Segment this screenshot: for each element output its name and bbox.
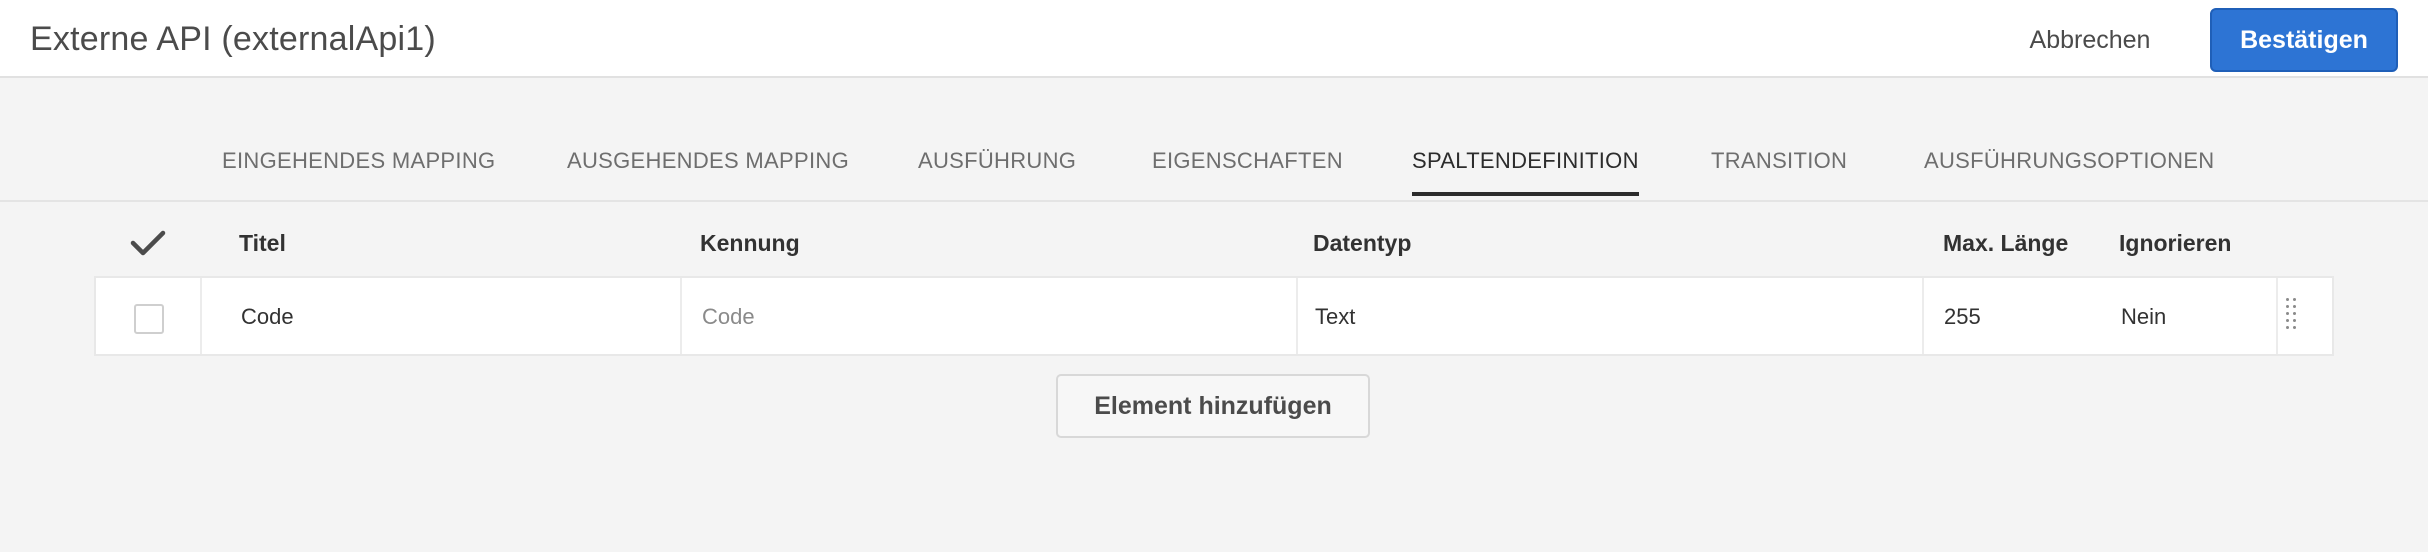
cell-ignorieren[interactable]: Nein [2121,304,2166,330]
cancel-button[interactable]: Abbrechen [2010,14,2170,66]
select-all-checkmark-icon[interactable] [130,228,166,258]
tab-ausfuehrungsoptionen[interactable]: AUSFÜHRUNGSOPTIONEN [1924,148,2215,196]
column-header-titel: Titel [239,230,286,256]
dialog-title: Externe API (externalApi1) [30,20,436,58]
confirm-button[interactable]: Bestätigen [2210,8,2398,72]
column-header-max-laenge: Max. Länge [1943,230,2069,256]
tab-spaltendefinition[interactable]: SPALTENDEFINITION [1412,148,1639,196]
column-header-kennung: Kennung [700,230,800,256]
tab-ausfuehrung[interactable]: AUSFÜHRUNG [918,148,1076,196]
tab-transition[interactable]: TRANSITION [1711,148,1847,196]
column-divider [680,278,682,354]
column-divider [200,278,202,354]
tab-eigenschaften[interactable]: EIGENSCHAFTEN [1152,148,1343,196]
row-checkbox[interactable] [134,304,164,334]
cell-kennung[interactable]: Code [702,304,755,330]
cell-titel[interactable]: Code [241,304,294,330]
add-element-button[interactable]: Element hinzufügen [1056,374,1370,438]
column-divider [1296,278,1298,354]
table-row[interactable]: Code Code Text 255 Nein [94,276,2334,356]
column-header-ignorieren: Ignorieren [2119,230,2232,256]
cell-max-laenge[interactable]: 255 [1944,304,1981,330]
cell-datentyp[interactable]: Text [1315,304,1355,330]
dialog-header: Externe API (externalApi1) Abbrechen Bes… [0,0,2428,78]
column-divider [2276,278,2278,354]
tab-bar: EINGEHENDES MAPPING AUSGEHENDES MAPPING … [0,78,2428,202]
tab-eingehendes-mapping[interactable]: EINGEHENDES MAPPING [222,148,495,196]
drag-handle-icon[interactable] [2284,296,2300,336]
column-divider [1922,278,1924,354]
tab-ausgehendes-mapping[interactable]: AUSGEHENDES MAPPING [567,148,849,196]
column-header-datentyp: Datentyp [1313,230,1412,256]
